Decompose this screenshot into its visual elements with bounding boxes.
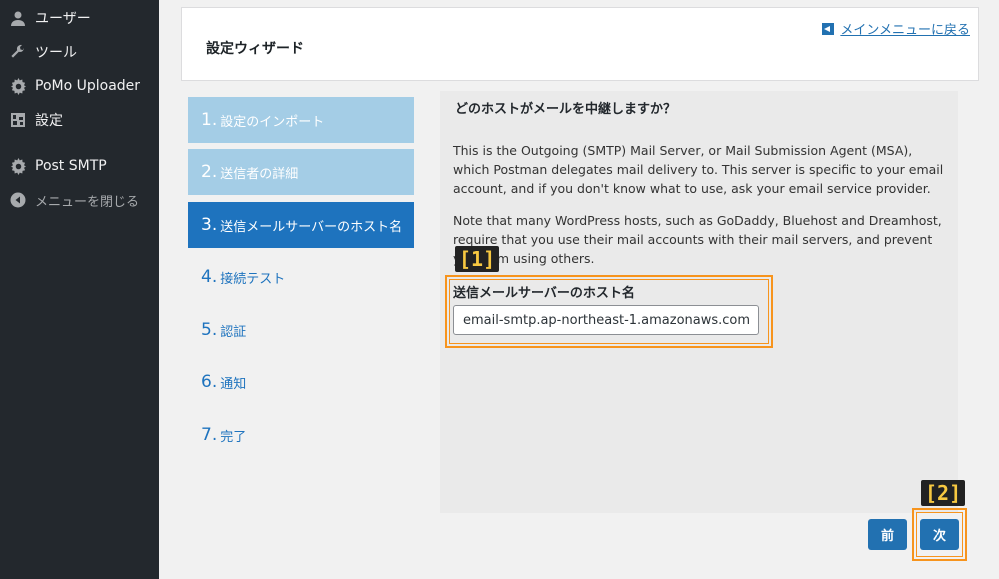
step-number: 1. bbox=[201, 110, 218, 130]
step-number: 5. bbox=[201, 320, 218, 340]
step-label: 認証 bbox=[220, 324, 247, 340]
wizard-step-import[interactable]: 1. 設定のインポート bbox=[188, 97, 414, 143]
step-label: 完了 bbox=[220, 429, 247, 445]
wizard-step-complete[interactable]: 7. 完了 bbox=[188, 412, 414, 458]
sidebar-item-users[interactable]: ユーザー bbox=[0, 1, 159, 35]
sidebar-item-tools[interactable]: ツール bbox=[0, 35, 159, 69]
sidebar-item-pomo-uploader[interactable]: PoMo Uploader bbox=[0, 69, 159, 103]
description-paragraph: This is the Outgoing (SMTP) Mail Server,… bbox=[453, 143, 944, 196]
step-number: 7. bbox=[201, 425, 218, 445]
wizard-step-notifications[interactable]: 6. 通知 bbox=[188, 359, 414, 405]
step-number: 4. bbox=[201, 267, 218, 287]
gear-icon bbox=[8, 156, 28, 176]
gear-icon bbox=[8, 76, 28, 96]
back-arrow-icon bbox=[822, 22, 835, 35]
sidebar-item-label: ユーザー bbox=[35, 11, 91, 27]
wizard-step-hostname[interactable]: 3. 送信メールサーバーのホスト名 bbox=[188, 202, 414, 248]
hostname-input[interactable] bbox=[453, 305, 759, 335]
step-number: 2. bbox=[201, 162, 218, 182]
page-title: 設定ウィザード bbox=[206, 41, 304, 57]
wizard-step-authentication[interactable]: 5. 認証 bbox=[188, 307, 414, 353]
sidebar-item-settings[interactable]: 設定 bbox=[0, 103, 159, 137]
sidebar-item-label: PoMo Uploader bbox=[35, 78, 141, 94]
step-label: 通知 bbox=[220, 376, 247, 392]
step-label: 接続テスト bbox=[220, 271, 286, 287]
sidebar-collapse-menu[interactable]: メニューを閉じる bbox=[0, 183, 159, 217]
step-label: 設定のインポート bbox=[220, 114, 325, 130]
description-paragraph: Note that many WordPress hosts, such as … bbox=[453, 213, 942, 266]
wizard-step-connection-test[interactable]: 4. 接続テスト bbox=[188, 254, 414, 300]
annotation-badge: [1] bbox=[455, 246, 500, 272]
next-button[interactable]: 次 bbox=[920, 519, 959, 550]
step-label: 送信メールサーバーのホスト名 bbox=[220, 219, 403, 235]
step-number: 6. bbox=[201, 372, 218, 392]
wizard-header: 設定ウィザード メインメニューに戻る bbox=[181, 7, 979, 81]
hostname-field-label: 送信メールサーバーのホスト名 bbox=[453, 286, 635, 301]
sidebar-item-label: 設定 bbox=[35, 113, 63, 129]
settings-grid-icon bbox=[8, 110, 28, 130]
sidebar-item-post-smtp[interactable]: Post SMTP bbox=[0, 149, 159, 183]
back-to-main-menu-link[interactable]: メインメニューに戻る bbox=[822, 19, 970, 38]
sidebar-item-label: メニューを閉じる bbox=[35, 194, 140, 210]
back-link-label: メインメニューに戻る bbox=[840, 23, 970, 38]
sidebar-item-label: Post SMTP bbox=[35, 158, 107, 174]
sidebar-item-label: ツール bbox=[35, 45, 77, 61]
user-icon bbox=[8, 8, 28, 28]
wrench-icon bbox=[8, 42, 28, 62]
step-question: どのホストがメールを中継しますか？ bbox=[455, 102, 677, 117]
step-number: 3. bbox=[201, 215, 218, 235]
annotation-badge: [2] bbox=[921, 480, 966, 506]
admin-sidebar: ユーザー ツール PoMo Uploader 設定 Post SMTP メニュー… bbox=[0, 0, 159, 579]
collapse-arrow-icon bbox=[8, 190, 28, 210]
previous-button[interactable]: 前 bbox=[868, 519, 907, 550]
wizard-step-sender-details[interactable]: 2. 送信者の詳細 bbox=[188, 149, 414, 195]
step-label: 送信者の詳細 bbox=[220, 166, 299, 182]
